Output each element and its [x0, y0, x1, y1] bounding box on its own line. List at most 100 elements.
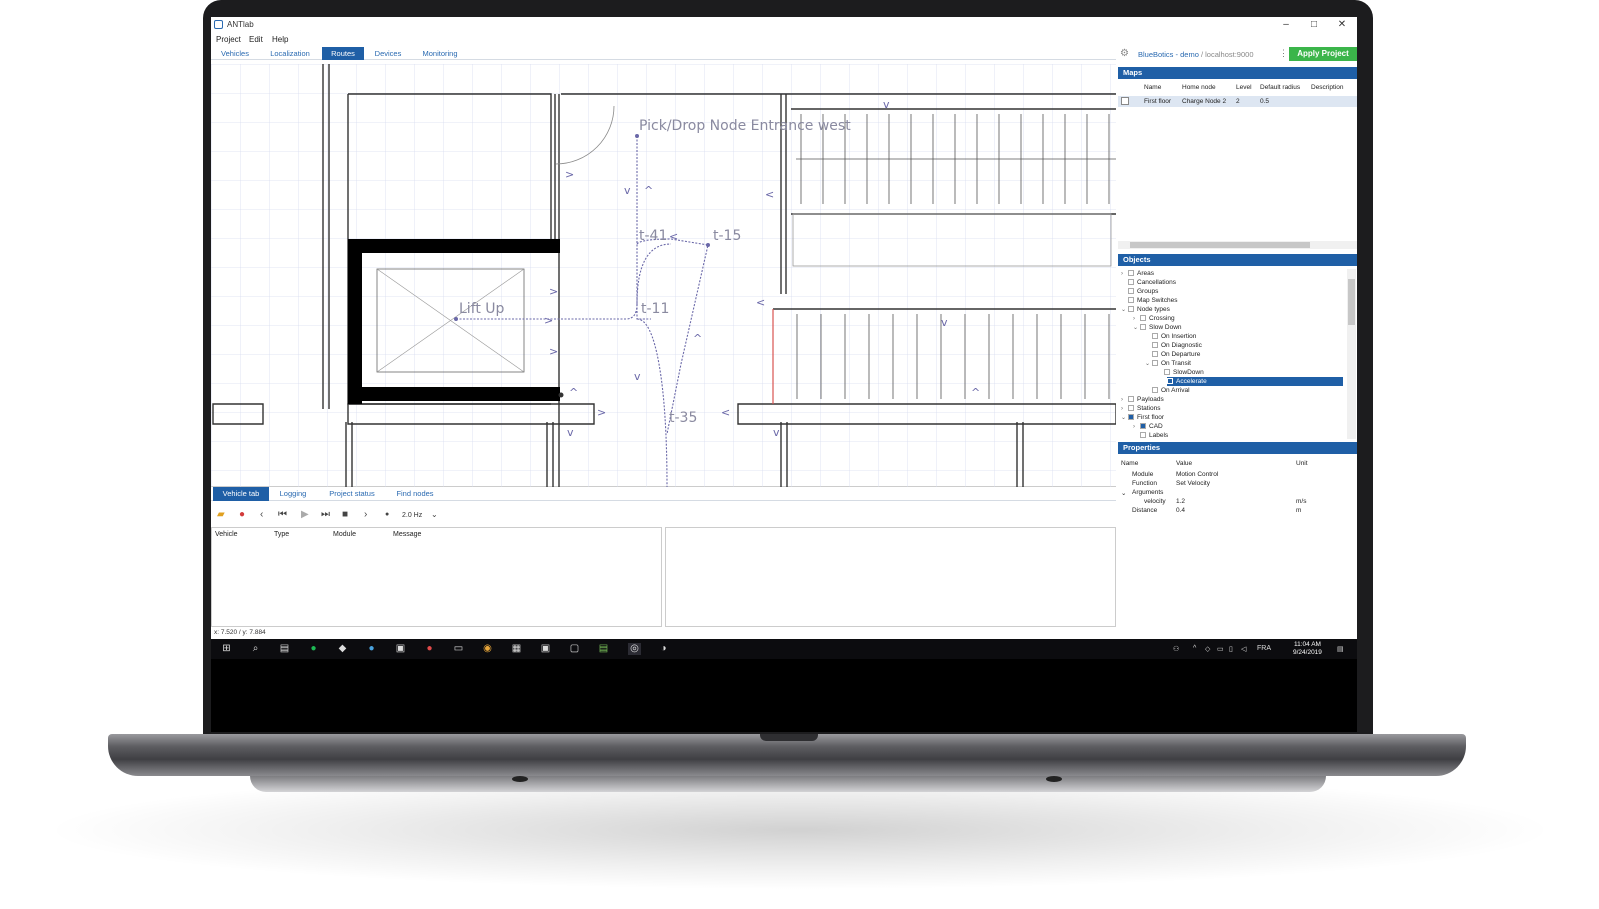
tree-item-node-types[interactable]: ⌄ Node types [1121, 305, 1170, 314]
frequency-value: 2.0 Hz [402, 512, 423, 519]
volume-icon[interactable]: ◁ [1241, 645, 1246, 653]
dropbox-icon[interactable]: ◇ [1205, 645, 1210, 653]
tree-item-areas[interactable]: › Areas [1121, 269, 1154, 278]
tree-item-on-transit[interactable]: ⌄ On Transit [1145, 359, 1191, 368]
tree-item-payloads[interactable]: › Payloads [1121, 395, 1164, 404]
search-icon[interactable]: ⌕ [249, 643, 262, 655]
tab-project-status[interactable]: Project status [319, 487, 385, 501]
objects-scroll-thumb[interactable] [1348, 279, 1355, 325]
log-col-type: Type [274, 531, 290, 538]
tree-item-map-switches[interactable]: Map Switches [1121, 296, 1177, 305]
tree-item-first-floor[interactable]: ⌄ First floor [1121, 413, 1164, 422]
maps-horizontal-scrollbar[interactable] [1118, 241, 1357, 249]
vehicle-log-table: Vehicle Type Module Message [211, 527, 662, 627]
table-row[interactable]: First floor Charge Node 2 2 0.5 [1118, 96, 1357, 107]
svg-text:>: > [565, 168, 574, 181]
map-row-checkbox[interactable] [1121, 97, 1129, 105]
prop-arguments-expander[interactable]: ⌄ [1121, 489, 1126, 497]
tab-vehicle[interactable]: Vehicle tab [213, 487, 269, 501]
prop-distance-name: Distance [1132, 507, 1158, 514]
app-icon-9[interactable]: ◑ [657, 643, 670, 655]
tree-item-cancellations[interactable]: Cancellations [1121, 278, 1176, 287]
taskbar-clock[interactable]: 11:04 AM 9/24/2019 [1293, 641, 1322, 657]
prop-module-value[interactable]: Motion Control [1176, 471, 1218, 478]
tab-find-nodes[interactable]: Find nodes [389, 487, 441, 501]
app-icon-4[interactable]: ● [423, 643, 436, 655]
prop-function-value[interactable]: Set Velocity [1176, 480, 1210, 487]
minimize-button[interactable]: – [1278, 19, 1294, 30]
tab-devices[interactable]: Devices [368, 47, 408, 60]
folder-icon[interactable]: ▰ [217, 509, 225, 520]
tree-item-crossing[interactable]: › Crossing [1133, 314, 1175, 323]
objects-vertical-scrollbar[interactable] [1347, 269, 1356, 439]
app-icon-1[interactable]: ◆ [336, 643, 349, 655]
pin-icon[interactable]: ● [239, 509, 245, 520]
log-detail-pane [665, 527, 1116, 627]
frequency-dropdown-icon[interactable]: ⌄ [431, 510, 438, 519]
cursor-coordinates: x: 7.520 / y: 7.884 [214, 629, 266, 636]
chrome-icon[interactable]: ◉ [481, 643, 494, 655]
tree-item-groups[interactable]: Groups [1121, 287, 1158, 296]
tab-vehicles[interactable]: Vehicles [213, 47, 257, 60]
objects-tree: › Areas Cancellations Groups Map Switches… [1118, 269, 1357, 439]
tree-item-on-diagnostic[interactable]: On Diagnostic [1145, 341, 1202, 350]
file-explorer-icon[interactable]: ▭ [452, 643, 465, 655]
tree-item-stations[interactable]: › Stations [1121, 404, 1161, 413]
tab-monitoring[interactable]: Monitoring [414, 47, 466, 60]
menu-edit[interactable]: Edit [249, 35, 263, 44]
language-indicator[interactable]: FRA [1257, 645, 1271, 652]
tree-item-on-arrival[interactable]: On Arrival [1145, 386, 1190, 395]
laptop-mockup: ANTlab – □ ✕ Project Edit Help Vehicles … [0, 0, 1599, 909]
more-options-icon[interactable]: ⋮ [1279, 48, 1288, 59]
network-icon[interactable]: ▭ [1217, 645, 1224, 653]
windows-start-icon[interactable]: ⊞ [220, 643, 233, 655]
app-logo-icon [214, 20, 223, 29]
app-icon-5[interactable]: ▦ [510, 643, 523, 655]
tree-item-slow-down[interactable]: ⌄ Slow Down [1133, 323, 1182, 332]
app-icon-3[interactable]: ▣ [394, 643, 407, 655]
tree-item-on-insertion[interactable]: On Insertion [1145, 332, 1196, 341]
window-title: ANTlab [227, 20, 254, 29]
tree-item-on-departure[interactable]: On Departure [1145, 350, 1200, 359]
app-icon-6[interactable]: ▣ [539, 643, 552, 655]
prop-velocity-value[interactable]: 1.2 [1176, 498, 1185, 505]
fast-forward-icon[interactable]: ⏭ [321, 509, 330, 520]
people-icon[interactable]: ⚇ [1173, 645, 1179, 653]
task-view-icon[interactable]: ▤ [278, 643, 291, 655]
prop-function-name: Function [1132, 480, 1157, 487]
stop-icon[interactable]: ■ [342, 509, 348, 520]
step-forward-icon[interactable]: › [364, 509, 367, 520]
app-icon-8[interactable]: ▤ [597, 643, 610, 655]
wall-thick-top [348, 239, 560, 253]
rewind-icon[interactable]: ⏮ [278, 509, 287, 520]
tab-localization[interactable]: Localization [261, 47, 319, 60]
route-map-canvas[interactable]: v > v ^ < < > < > ^ v v ^ > < v ^ v > Pick/Drop N… [211, 64, 1116, 487]
close-button[interactable]: ✕ [1334, 19, 1350, 30]
tab-routes[interactable]: Routes [322, 47, 364, 60]
tree-item-labels[interactable]: Labels [1133, 431, 1168, 439]
battery-icon[interactable]: ▯ [1229, 645, 1233, 653]
tree-item-slowdown[interactable]: SlowDown [1157, 368, 1204, 377]
maximize-button[interactable]: □ [1306, 19, 1322, 30]
spotify-icon[interactable]: ● [307, 643, 320, 655]
record-icon[interactable]: ● [385, 511, 389, 518]
menu-project[interactable]: Project [216, 35, 241, 44]
maps-scroll-thumb[interactable] [1130, 242, 1310, 248]
apply-project-button[interactable]: Apply Project [1289, 47, 1357, 61]
app-icon-7[interactable]: ▢ [568, 643, 581, 655]
notifications-icon[interactable]: ▤ [1337, 645, 1344, 653]
tree-item-accelerate[interactable]: Accelerate [1167, 377, 1343, 386]
menu-help[interactable]: Help [272, 35, 288, 44]
play-icon[interactable]: ▶ [301, 509, 309, 520]
props-col-unit: Unit [1296, 460, 1308, 467]
app-icon-2[interactable]: ● [365, 643, 378, 655]
tray-expand-icon[interactable]: ^ [1193, 645, 1196, 652]
gear-icon[interactable]: ⚙ [1120, 48, 1129, 59]
step-back-icon[interactable]: ‹ [260, 509, 263, 520]
antlab-taskbar-icon[interactable]: ◎ [628, 643, 641, 655]
prop-distance-value[interactable]: 0.4 [1176, 507, 1185, 514]
title-bar: ANTlab – □ ✕ [211, 17, 1357, 33]
tree-item-cad[interactable]: › CAD [1133, 422, 1163, 431]
tab-logging[interactable]: Logging [273, 487, 313, 501]
maps-col-description: Description [1311, 84, 1344, 91]
